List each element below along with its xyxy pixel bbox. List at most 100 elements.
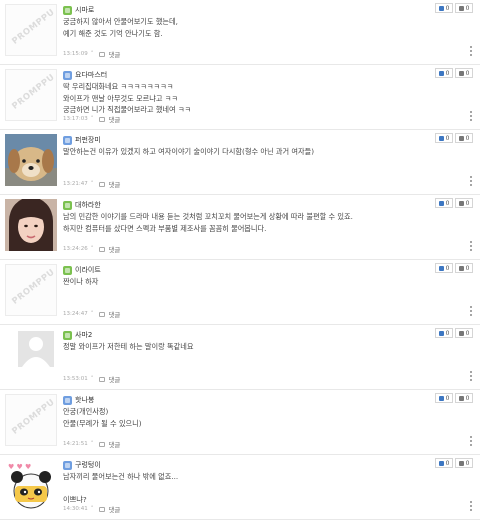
downvote-count: 0 <box>465 4 470 12</box>
upvote-count: 0 <box>445 459 450 467</box>
upvote-count: 0 <box>445 329 450 337</box>
thumbs-down-icon <box>458 330 464 336</box>
comment-header: 핫나봉 <box>63 394 94 406</box>
more-options-icon[interactable] <box>469 501 472 511</box>
upvote-button[interactable]: 0 <box>435 133 453 143</box>
comment-line: 와이프가 맨날 아무것도 모르냐고 ㅋㅋ <box>63 93 178 103</box>
author-nickname[interactable]: 사마2 <box>75 330 92 340</box>
more-options-icon[interactable] <box>469 371 472 381</box>
default-person-avatar[interactable] <box>5 329 57 381</box>
downvote-button[interactable]: 0 <box>455 198 473 208</box>
reply-icon <box>99 441 106 447</box>
comment-line: 남자끼리 물어보는건 하나 밖에 없죠... <box>63 472 179 481</box>
comment-line: 궁금하지 않아서 안물어보기도 했는데, <box>63 17 178 26</box>
logo-avatar[interactable]: PROMPPU <box>5 69 57 121</box>
comment-line <box>63 483 178 495</box>
separator-dot: ˚ <box>90 51 94 57</box>
comment-text: 궁금하지 않아서 안물어보기도 했는데, 예기 해준 것도 기억 안나기도 함. <box>63 16 178 39</box>
reply-icon <box>99 116 106 122</box>
downvote-button[interactable]: 0 <box>455 133 473 143</box>
separator-dot: ˚ <box>90 311 94 317</box>
author-nickname[interactable]: 요다마스터 <box>75 70 107 80</box>
thumbs-down-icon <box>458 200 464 206</box>
comment-header: 시마로 <box>63 4 94 16</box>
reply-button[interactable]: 댓글 <box>99 439 120 449</box>
reply-button[interactable]: 댓글 <box>99 504 120 514</box>
upvote-count: 0 <box>445 4 450 12</box>
avatar-logo-text: PROMPPU <box>10 72 57 112</box>
panda-character-avatar[interactable]: ♥ ♥ ♥ <box>5 459 57 511</box>
vote-buttons: 0 0 <box>435 263 473 273</box>
upvote-button[interactable]: 0 <box>435 393 453 403</box>
author-nickname[interactable]: 시마로 <box>75 5 94 15</box>
comment-text: 딱 우리집대화네요 ㅋㅋㅋㅋㅋㅋㅋㅋ 와이프가 맨날 아무것도 모르냐고 ㅋㅋ 궁금… <box>63 81 191 116</box>
downvote-button[interactable]: 0 <box>455 263 473 273</box>
comment-text: 짠이나 하자 <box>63 276 98 288</box>
reply-button[interactable]: 댓글 <box>99 374 120 384</box>
author-nickname[interactable]: 퍼펀장미 <box>75 135 101 145</box>
more-options-icon[interactable] <box>469 111 472 121</box>
comment-meta: 14:30:41 ˚ 댓글 <box>63 504 120 514</box>
reply-label: 댓글 <box>108 376 121 384</box>
comment-item: PROMPPU 요다마스터 딱 우리집대화네요 ㅋㅋㅋㅋㅋㅋㅋㅋ 와이프가 맨날 … <box>0 65 480 130</box>
author-nickname[interactable]: 대하라한 <box>75 200 101 210</box>
puppy-photo-avatar[interactable] <box>5 134 57 186</box>
comment-header: 구렁텅이 <box>63 459 101 471</box>
upvote-button[interactable]: 0 <box>435 198 453 208</box>
author-nickname[interactable]: 핫나봉 <box>75 395 94 405</box>
thumbs-up-icon <box>438 70 444 76</box>
upvote-button[interactable]: 0 <box>435 263 453 273</box>
comment-header: 사마2 <box>63 329 92 341</box>
more-options-icon[interactable] <box>469 241 472 251</box>
reply-button[interactable]: 댓글 <box>99 179 120 189</box>
author-nickname[interactable]: 구렁텅이 <box>75 460 101 470</box>
thumbs-up-icon <box>438 330 444 336</box>
avatar-logo-text: PROMPPU <box>10 7 57 47</box>
upvote-button[interactable]: 0 <box>435 68 453 78</box>
downvote-button[interactable]: 0 <box>455 68 473 78</box>
vote-buttons: 0 0 <box>435 133 473 143</box>
separator-dot: ˚ <box>90 506 94 512</box>
author-nickname[interactable]: 이라이트 <box>75 265 101 275</box>
more-options-icon[interactable] <box>469 306 472 316</box>
comment-item: 대하라한 남의 민감한 이야기를 드라마 내용 듣는 것처럼 꼬치꼬치 물어보는… <box>0 195 480 260</box>
upvote-button[interactable]: 0 <box>435 328 453 338</box>
upvote-button[interactable]: 0 <box>435 3 453 13</box>
logo-avatar[interactable]: PROMPPU <box>5 4 57 56</box>
comment-time: 13:24:47 <box>63 311 88 317</box>
comment-time: 14:21:51 <box>63 441 88 447</box>
downvote-count: 0 <box>465 134 470 142</box>
comment-meta: 13:24:26 ˚ 댓글 <box>63 244 120 254</box>
vote-buttons: 0 0 <box>435 3 473 13</box>
downvote-button[interactable]: 0 <box>455 393 473 403</box>
vote-buttons: 0 0 <box>435 458 473 468</box>
thumbs-up-icon <box>438 200 444 206</box>
more-options-icon[interactable] <box>469 176 472 186</box>
upvote-count: 0 <box>445 199 450 207</box>
level-badge-icon <box>63 265 72 275</box>
logo-avatar[interactable]: PROMPPU <box>5 394 57 446</box>
downvote-button[interactable]: 0 <box>455 458 473 468</box>
logo-avatar[interactable]: PROMPPU <box>5 264 57 316</box>
thumbs-up-icon <box>438 135 444 141</box>
woman-photo-avatar[interactable] <box>5 199 57 251</box>
downvote-button[interactable]: 0 <box>455 328 473 338</box>
level-badge-icon <box>63 200 72 210</box>
reply-button[interactable]: 댓글 <box>99 114 120 124</box>
reply-label: 댓글 <box>108 311 121 319</box>
thumbs-down-icon <box>458 395 464 401</box>
upvote-button[interactable]: 0 <box>435 458 453 468</box>
more-options-icon[interactable] <box>469 436 472 446</box>
reply-button[interactable]: 댓글 <box>99 49 120 59</box>
reply-icon <box>99 51 106 57</box>
comment-text: 안궁(개인사정) 안물(무례가 될 수 있으니) <box>63 406 142 429</box>
upvote-count: 0 <box>445 264 450 272</box>
reply-button[interactable]: 댓글 <box>99 309 120 319</box>
downvote-button[interactable]: 0 <box>455 3 473 13</box>
reply-button[interactable]: 댓글 <box>99 244 120 254</box>
comment-line: 정말 와이프가 저한테 하는 말이랑 똑같네요 <box>63 342 194 351</box>
comment-list: PROMPPU 시마로 궁금하지 않아서 안물어보기도 했는데, 예기 해준 것도… <box>0 0 480 520</box>
downvote-count: 0 <box>465 69 470 77</box>
more-options-icon[interactable] <box>469 46 472 56</box>
comment-item: PROMPPU 시마로 궁금하지 않아서 안물어보기도 했는데, 예기 해준 것도… <box>0 0 480 65</box>
